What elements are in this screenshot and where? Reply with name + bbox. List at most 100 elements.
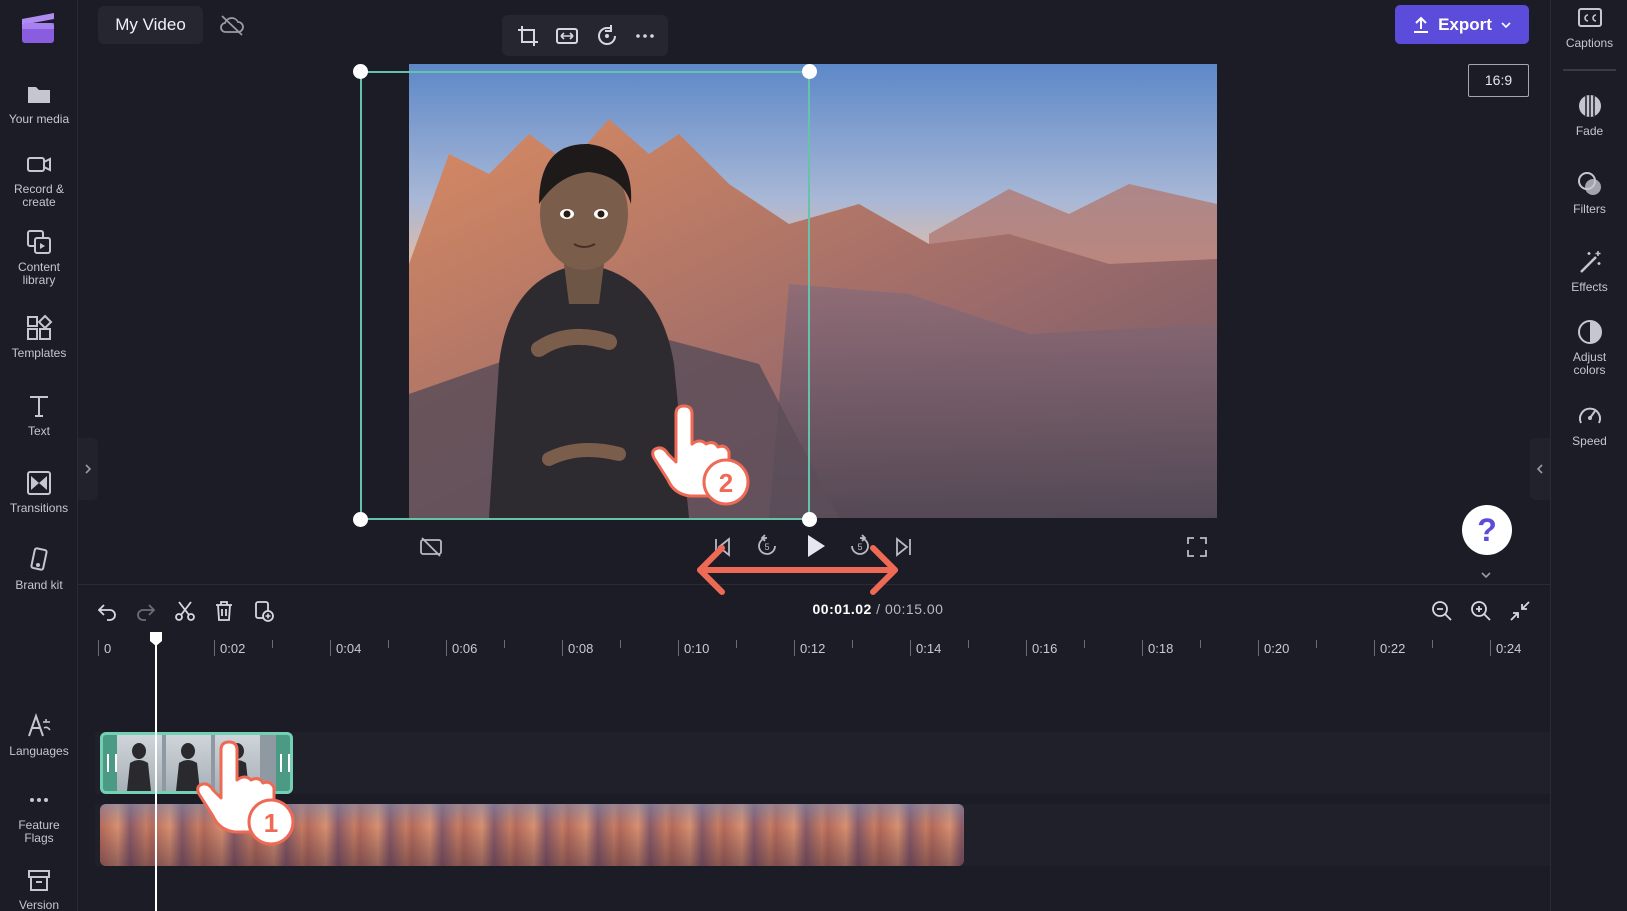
ruler-tick: [1490, 640, 1491, 656]
clip-trim-handle-left[interactable]: [103, 735, 117, 791]
ruler-label: 0:16: [1032, 641, 1058, 656]
sidebar-item-label: Brand kit: [15, 578, 63, 592]
sidebar-item-brand-kit[interactable]: Brand kit: [0, 546, 78, 592]
ruler-minor-tick: [736, 640, 737, 648]
ruler-minor-tick: [1432, 640, 1433, 648]
more-icon: [30, 798, 48, 802]
more-icon[interactable]: [633, 24, 657, 48]
ruler-minor-tick: [1316, 640, 1317, 648]
templates-icon: [27, 314, 53, 340]
ruler-tick: [214, 640, 215, 656]
ruler-label: 0:24: [1496, 641, 1522, 656]
help-button[interactable]: ?: [1462, 505, 1512, 555]
sidebar-item-record-create[interactable]: Record & create: [0, 150, 78, 209]
sidebar-item-content-library[interactable]: Content library: [0, 228, 78, 287]
sidebar-item-languages[interactable]: Languages: [0, 712, 78, 758]
playhead-handle[interactable]: [149, 631, 163, 647]
timeline-ruler[interactable]: 0 0:02 0:04 0:06 0:08 0:10 0:12 0:14 0:16 0:18 0:2…: [95, 634, 1550, 664]
chevron-down-icon[interactable]: [1476, 568, 1496, 582]
sidebar-item-label: Feature Flags: [18, 818, 60, 845]
camera-icon: [27, 157, 51, 172]
split-icon[interactable]: [173, 599, 197, 623]
cloud-off-icon[interactable]: [219, 13, 245, 37]
sidebar-item-text[interactable]: Text: [0, 392, 78, 438]
speed-icon: [1578, 407, 1601, 424]
sidebar-item-label: Transitions: [9, 501, 69, 515]
fullscreen-icon[interactable]: [1185, 535, 1209, 559]
rotate-icon[interactable]: [595, 24, 619, 48]
sidebar-item-label: Fade: [1575, 124, 1604, 138]
sidebar-item-label: Text: [27, 424, 50, 438]
sidebar-item-templates[interactable]: Templates: [0, 314, 78, 360]
captions-off-icon[interactable]: [419, 535, 443, 559]
zoom-out-icon[interactable]: [1430, 599, 1454, 623]
sidebar-item-label: Content library: [17, 260, 61, 287]
delete-icon[interactable]: [212, 599, 236, 623]
effects-icon: [1579, 251, 1600, 273]
sidebar-item-transitions[interactable]: Transitions: [0, 469, 78, 515]
resize-handle-bottom-left[interactable]: [353, 512, 368, 527]
chevron-down-icon: [1501, 21, 1511, 28]
ruler-tick: [98, 640, 99, 656]
text-icon: [30, 396, 48, 417]
ruler-tick: [1142, 640, 1143, 656]
ruler-tick: [678, 640, 679, 656]
export-button[interactable]: Export: [1395, 5, 1529, 44]
languages-icon: [28, 712, 51, 737]
sidebar-item-captions[interactable]: Captions: [1551, 4, 1627, 50]
ruler-tick: [1374, 640, 1375, 656]
time-separator: /: [871, 601, 885, 617]
ruler-minor-tick: [388, 640, 389, 648]
sidebar-item-label: Record & create: [13, 182, 65, 209]
aspect-ratio-button[interactable]: 16:9: [1468, 64, 1529, 97]
sidebar-item-label: Captions: [1565, 36, 1614, 50]
ruler-minor-tick: [620, 640, 621, 648]
sidebar-item-label: Adjust colors: [1572, 350, 1607, 377]
annotation-step-2: 2: [719, 468, 733, 498]
sidebar-item-filters[interactable]: Filters: [1551, 170, 1627, 216]
version-icon: [28, 870, 50, 891]
ruler-minor-tick: [968, 640, 969, 648]
playhead-line[interactable]: [155, 640, 157, 911]
chevron-left-icon: [1536, 464, 1543, 474]
resize-handle-top-left[interactable]: [353, 64, 368, 79]
ruler-label: 0:04: [336, 641, 362, 656]
fit-timeline-icon[interactable]: [1508, 599, 1532, 623]
double-arrow-annotation: [697, 545, 898, 595]
collapse-right-panel-button[interactable]: [1530, 438, 1550, 500]
ruler-minor-tick: [1200, 640, 1201, 648]
ruler-label: 0: [104, 641, 112, 656]
ruler-label: 0:08: [568, 641, 594, 656]
sidebar-item-adjust-colors[interactable]: Adjust colors: [1551, 318, 1627, 377]
filters-icon: [1577, 172, 1601, 195]
adjust-colors-icon: [1577, 320, 1602, 344]
ruler-label: 0:14: [916, 641, 942, 656]
duplicate-icon[interactable]: [251, 599, 275, 623]
crop-icon[interactable]: [516, 24, 540, 48]
sidebar-divider: [1563, 69, 1616, 71]
sidebar-item-fade[interactable]: Fade: [1551, 92, 1627, 138]
left-sidebar: Your media Record & create Content libra…: [0, 0, 78, 911]
ruler-tick: [1258, 640, 1259, 656]
project-title[interactable]: My Video: [98, 6, 203, 44]
ruler-tick: [910, 640, 911, 656]
hand-cursor-icon: 1: [196, 740, 295, 846]
track-avatar: [95, 732, 1550, 794]
fit-icon[interactable]: [555, 24, 579, 48]
folder-icon: [28, 87, 50, 103]
sidebar-item-effects[interactable]: Effects: [1551, 248, 1627, 294]
sidebar-item-version[interactable]: Version: [0, 866, 78, 911]
collapse-left-panel-button[interactable]: [78, 438, 98, 500]
export-label: Export: [1438, 14, 1492, 34]
captions-icon: [1577, 8, 1602, 27]
sidebar-item-your-media[interactable]: Your media: [0, 80, 78, 126]
undo-icon[interactable]: [95, 599, 119, 623]
total-time: 00:15.00: [884, 601, 944, 617]
sidebar-item-label: Effects: [1571, 280, 1608, 294]
resize-handle-bottom-right[interactable]: [802, 512, 817, 527]
resize-handle-top-right[interactable]: [802, 64, 817, 79]
sidebar-item-speed[interactable]: Speed: [1551, 402, 1627, 448]
zoom-in-icon[interactable]: [1469, 599, 1493, 623]
sidebar-item-feature-flags[interactable]: Feature Flags: [0, 786, 78, 845]
redo-icon[interactable]: [134, 599, 158, 623]
